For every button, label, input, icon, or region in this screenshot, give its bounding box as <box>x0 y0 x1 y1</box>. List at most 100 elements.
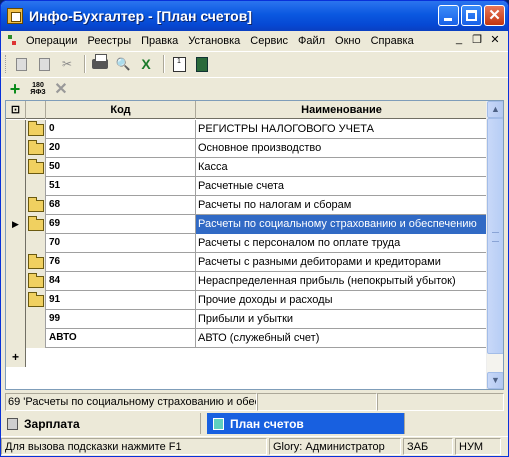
table-row[interactable]: 84 Нераспределенная прибыль (непокрытый у… <box>6 272 488 291</box>
plus-icon[interactable]: + <box>5 79 25 99</box>
account-code-cell[interactable]: 91 <box>46 291 196 310</box>
account-code-cell[interactable]: 51 <box>46 177 196 196</box>
calculator-icon[interactable] <box>192 54 212 74</box>
scroll-down-icon[interactable]: ▼ <box>487 372 503 389</box>
folder-cell[interactable] <box>26 177 46 196</box>
tab-payroll[interactable]: Зарплата <box>1 413 201 434</box>
row-indicator[interactable] <box>6 253 26 272</box>
account-code-cell[interactable]: 70 <box>46 234 196 253</box>
cut-icon[interactable]: ✂ <box>57 54 77 74</box>
table-row[interactable]: 76 Расчеты с разными дебиторами и кредито… <box>6 253 488 272</box>
account-code-cell[interactable]: 68 <box>46 196 196 215</box>
folder-cell[interactable] <box>26 310 46 329</box>
account-name-cell[interactable]: Расчеты с разными дебиторами и кредитора… <box>196 253 488 272</box>
menu-registers[interactable]: Реестры <box>82 35 136 47</box>
mdi-minimize-icon[interactable]: _ <box>452 33 466 46</box>
account-name-cell[interactable]: Расчеты по социальному страхованию и обе… <box>196 215 488 234</box>
excel-icon[interactable]: X <box>136 54 156 74</box>
row-indicator[interactable] <box>6 120 26 139</box>
sort-icon[interactable]: 180 ЯФЗ <box>28 79 48 99</box>
scroll-up-icon[interactable]: ▲ <box>487 101 503 118</box>
table-row[interactable]: 20 Основное производство <box>6 139 488 158</box>
preview-icon[interactable]: 🔍 <box>113 54 133 74</box>
print-icon[interactable] <box>90 54 110 74</box>
current-row-indicator-icon[interactable]: ▶ <box>6 215 26 234</box>
account-code-cell[interactable]: 99 <box>46 310 196 329</box>
row-indicator[interactable] <box>6 291 26 310</box>
row-indicator[interactable] <box>6 158 26 177</box>
maximize-button[interactable] <box>461 5 482 26</box>
calendar-icon[interactable]: 1 <box>169 54 189 74</box>
code-column-header[interactable]: Код <box>46 101 196 119</box>
mdi-close-icon[interactable]: ✕ <box>488 33 502 46</box>
row-indicator[interactable] <box>6 272 26 291</box>
table-row[interactable]: 51 Расчетные счета <box>6 177 488 196</box>
toolbar-grip[interactable] <box>5 55 8 73</box>
vertical-scrollbar[interactable]: ▲ ▼ <box>486 101 503 389</box>
column-selector-icon[interactable]: ⊡ <box>6 101 26 119</box>
document-icon[interactable] <box>7 34 17 48</box>
table-row[interactable]: ▶ 69 Расчеты по социальному страхованию и … <box>6 215 488 234</box>
table-row[interactable]: 99 Прибыли и убытки <box>6 310 488 329</box>
folder-cell[interactable] <box>26 272 46 291</box>
folder-cell[interactable] <box>26 253 46 272</box>
new-row-marker[interactable]: + <box>6 348 26 367</box>
row-indicator[interactable] <box>6 234 26 253</box>
menu-edit[interactable]: Правка <box>136 35 183 47</box>
name-column-header[interactable]: Наименование <box>196 101 488 119</box>
account-code-cell[interactable]: 20 <box>46 139 196 158</box>
menu-setup[interactable]: Установка <box>183 35 245 47</box>
folder-cell[interactable] <box>26 120 46 139</box>
folder-cell[interactable] <box>26 291 46 310</box>
folder-cell[interactable] <box>26 234 46 253</box>
menu-help[interactable]: Справка <box>366 35 419 47</box>
account-code-cell[interactable]: 69 <box>46 215 196 234</box>
account-name-cell[interactable]: Расчеты по налогам и сборам <box>196 196 488 215</box>
row-indicator[interactable] <box>6 329 26 348</box>
copy-icon[interactable] <box>11 54 31 74</box>
folder-cell[interactable] <box>26 158 46 177</box>
account-name-cell[interactable]: Расчеты с персоналом по оплате труда <box>196 234 488 253</box>
mdi-restore-icon[interactable]: ❐ <box>470 33 484 46</box>
account-code-cell[interactable]: 50 <box>46 158 196 177</box>
account-name-cell[interactable]: Основное производство <box>196 139 488 158</box>
folder-cell[interactable] <box>26 329 46 348</box>
account-code-cell[interactable]: 0 <box>46 120 196 139</box>
folder-cell[interactable] <box>26 139 46 158</box>
table-row[interactable]: 68 Расчеты по налогам и сборам <box>6 196 488 215</box>
app-icon[interactable] <box>7 8 23 24</box>
menu-file[interactable]: Файл <box>293 35 330 47</box>
folder-cell[interactable] <box>26 215 46 234</box>
table-row[interactable]: АВТО АВТО (служебный счет) <box>6 329 488 348</box>
table-row[interactable]: 70 Расчеты с персоналом по оплате труда <box>6 234 488 253</box>
row-indicator[interactable] <box>6 177 26 196</box>
menu-service[interactable]: Сервис <box>245 35 293 47</box>
x-icon[interactable]: ✕ <box>51 79 71 99</box>
minimize-button[interactable] <box>438 5 459 26</box>
new-row[interactable]: + <box>6 348 488 367</box>
menu-window[interactable]: Окно <box>330 35 366 47</box>
account-name-cell[interactable]: Прочие доходы и расходы <box>196 291 488 310</box>
account-name-cell[interactable]: Прибыли и убытки <box>196 310 488 329</box>
scroll-thumb[interactable] <box>487 118 503 354</box>
account-code-cell[interactable]: 84 <box>46 272 196 291</box>
close-button[interactable]: ✕ <box>484 5 505 26</box>
account-name-cell[interactable]: АВТО (служебный счет) <box>196 329 488 348</box>
account-name-cell[interactable]: РЕГИСТРЫ НАЛОГОВОГО УЧЕТА <box>196 120 488 139</box>
row-indicator[interactable] <box>6 139 26 158</box>
folder-column-header[interactable] <box>26 101 46 119</box>
paste-icon[interactable] <box>34 54 54 74</box>
account-name-cell[interactable]: Нераспределенная прибыль (непокрытый убы… <box>196 272 488 291</box>
row-indicator[interactable] <box>6 196 26 215</box>
account-code-cell[interactable]: 76 <box>46 253 196 272</box>
table-row[interactable]: 50 Касса <box>6 158 488 177</box>
folder-cell[interactable] <box>26 196 46 215</box>
account-code-cell[interactable]: АВТО <box>46 329 196 348</box>
row-indicator[interactable] <box>6 310 26 329</box>
table-row[interactable]: 0 РЕГИСТРЫ НАЛОГОВОГО УЧЕТА <box>6 120 488 139</box>
title-bar[interactable]: Инфо-Бухгалтер - [План счетов] ✕ <box>1 1 508 31</box>
table-row[interactable]: 91 Прочие доходы и расходы <box>6 291 488 310</box>
account-name-cell[interactable]: Расчетные счета <box>196 177 488 196</box>
menu-operations[interactable]: Операции <box>21 35 82 47</box>
tab-chart-of-accounts[interactable]: План счетов <box>207 413 405 434</box>
